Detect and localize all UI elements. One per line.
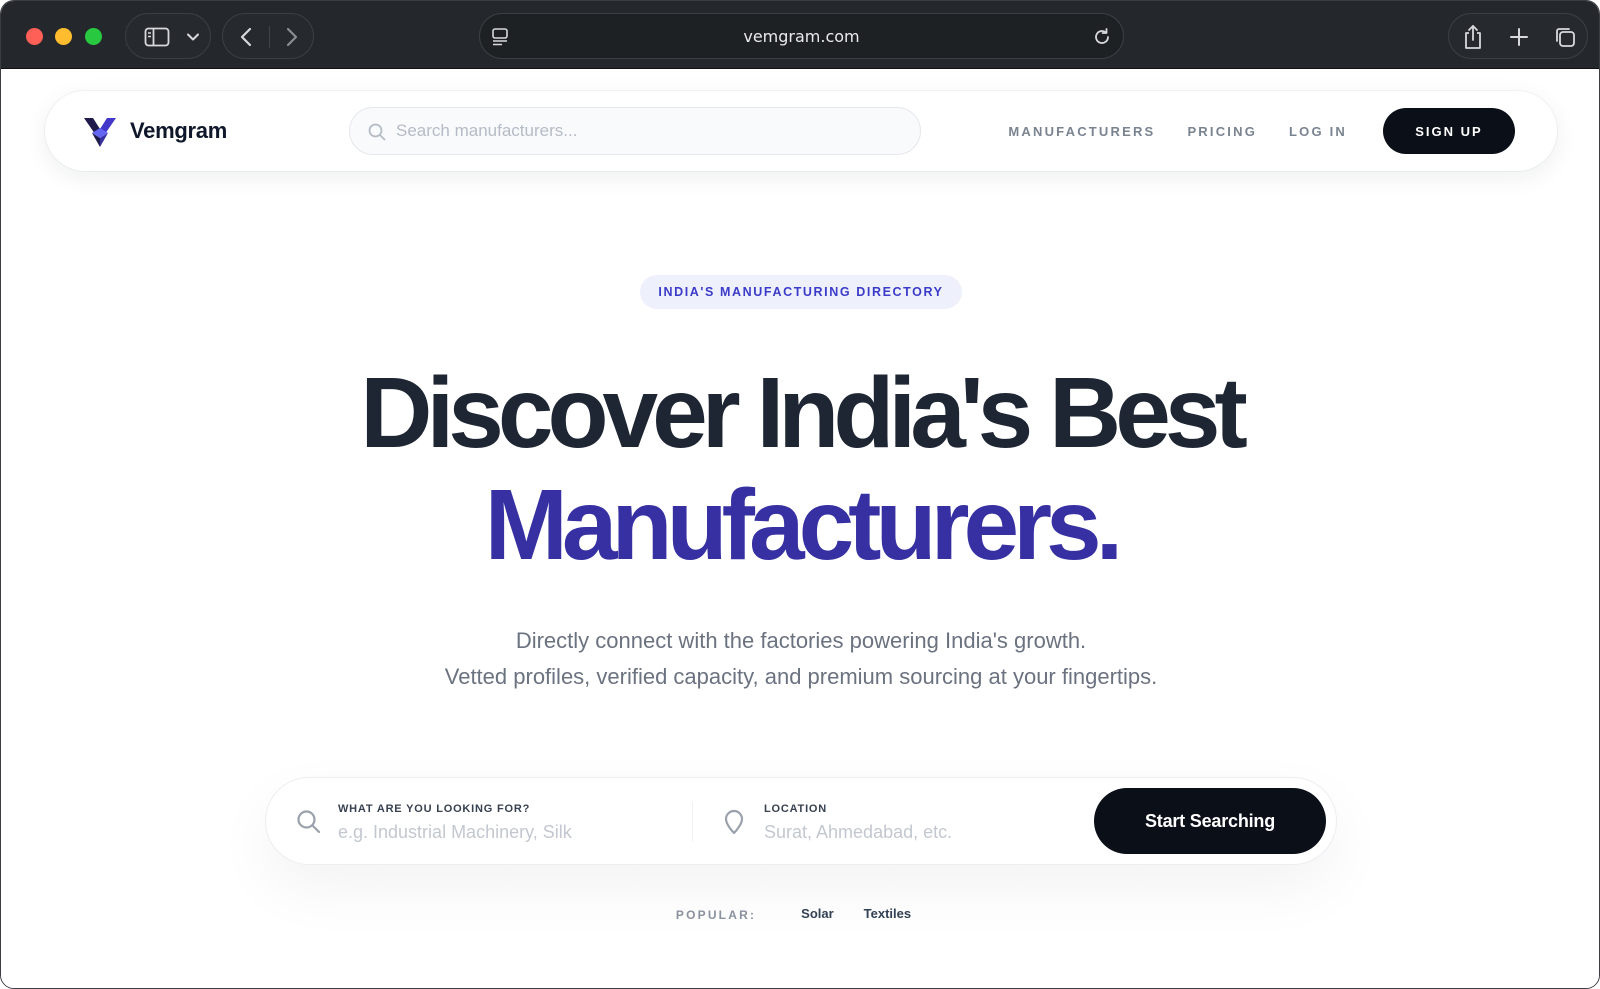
search-icon <box>297 810 321 834</box>
back-button[interactable] <box>223 14 269 60</box>
address-url[interactable]: vemgram.com <box>480 14 1123 60</box>
back-arrow-icon <box>240 27 252 47</box>
forward-button[interactable] <box>269 14 315 60</box>
header-search <box>349 107 921 155</box>
popular-tag-textiles[interactable]: Textiles <box>864 906 911 921</box>
browser-toolbar: vemgram.com <box>1 1 1599 69</box>
popular-tag-solar[interactable]: Solar <box>801 906 834 921</box>
location-field-label: LOCATION <box>764 803 828 815</box>
start-searching-button[interactable]: Start Searching <box>1094 788 1326 854</box>
tab-group-dropdown-button[interactable] <box>178 14 208 60</box>
share-button[interactable] <box>1451 14 1495 60</box>
what-field-label: WHAT ARE YOU LOOKING FOR? <box>338 803 531 815</box>
nav-link-manufacturers[interactable]: MANUFACTURERS <box>1008 124 1155 139</box>
hero-subtitle-line-1: Directly connect with the factories powe… <box>515 628 1087 653</box>
hero-title-line-2: Manufacturers. <box>484 469 1124 581</box>
what-field: WHAT ARE YOU LOOKING FOR? <box>296 778 676 866</box>
location-field: LOCATION <box>722 778 1094 866</box>
browser-window: vemgram.com Vemgram Search manufacturers… <box>0 0 1600 989</box>
share-icon <box>1465 25 1481 49</box>
zoom-window-button[interactable] <box>85 28 102 45</box>
hero-search-panel: WHAT ARE YOU LOOKING FOR? LOCATION Start… <box>265 777 1337 865</box>
hero-subtitle-line-2: Vetted profiles, verified capacity, and … <box>444 664 1158 689</box>
nav-links: MANUFACTURERS PRICING LOG IN <box>976 91 1347 171</box>
vemgram-logo-icon <box>84 118 116 147</box>
history-nav-group <box>222 13 314 59</box>
forward-arrow-icon <box>286 27 298 47</box>
sidebar-toggle-group <box>125 13 211 59</box>
tab-overview-icon <box>1556 28 1575 47</box>
nav-link-login[interactable]: LOG IN <box>1289 124 1347 139</box>
header-search-input[interactable] <box>396 108 896 154</box>
address-bar[interactable]: vemgram.com <box>479 13 1124 59</box>
sidebar-toggle-button[interactable] <box>134 14 180 60</box>
reload-icon <box>1095 28 1109 44</box>
sidebar-icon <box>144 27 170 47</box>
brand-name: Vemgram <box>130 118 227 143</box>
hero-badge: INDIA'S MANUFACTURING DIRECTORY <box>640 275 962 309</box>
site-navbar: Vemgram MANUFACTURERS PRICING LOG IN SIG… <box>45 91 1557 171</box>
minimize-window-button[interactable] <box>55 28 72 45</box>
location-pin-icon <box>724 809 744 835</box>
brand-logo-link[interactable]: Vemgram <box>83 113 227 149</box>
chevron-down-icon <box>187 33 199 41</box>
search-icon <box>368 123 386 141</box>
new-tab-button[interactable] <box>1497 14 1541 60</box>
plus-icon <box>1510 28 1528 46</box>
tab-overview-button[interactable] <box>1543 14 1587 60</box>
window-actions-group <box>1448 13 1588 59</box>
hero-title-line-1: Discover India's Best <box>360 357 1248 469</box>
popular-searches: POPULAR: Solar Textiles <box>1 901 1599 925</box>
close-window-button[interactable] <box>26 28 43 45</box>
location-input[interactable] <box>764 818 1094 846</box>
reload-button[interactable] <box>1091 26 1113 53</box>
nav-link-pricing[interactable]: PRICING <box>1187 124 1257 139</box>
popular-label: POPULAR: <box>675 908 757 922</box>
sign-up-button[interactable]: SIGN UP <box>1383 108 1515 154</box>
field-divider <box>692 802 693 842</box>
web-page: Vemgram MANUFACTURERS PRICING LOG IN SIG… <box>1 69 1599 988</box>
what-input[interactable] <box>338 818 668 846</box>
